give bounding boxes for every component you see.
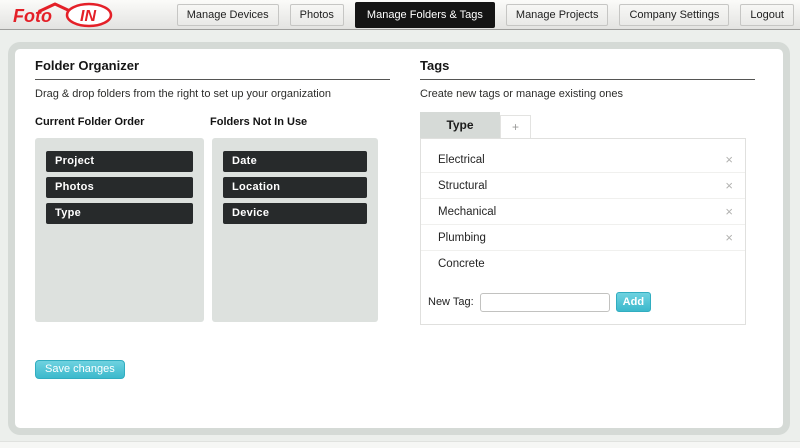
- nav-item[interactable]: Manage Projects: [505, 4, 609, 26]
- page-footer-strip: [0, 441, 800, 448]
- folder-panels: Project Photos Type Date Location Device: [35, 138, 390, 322]
- folder-item[interactable]: Type: [46, 203, 193, 224]
- top-nav-bar: Foto IN Manage Devices Photos Manage Fol…: [0, 0, 800, 30]
- tag-row: Plumbing ×: [421, 225, 745, 251]
- tags-subtitle: Create new tags or manage existing ones: [420, 88, 624, 100]
- tag-list-box: Electrical × Structural × Mechanical × P…: [420, 138, 746, 325]
- tag-row: Electrical ×: [421, 147, 745, 173]
- tag-label: Concrete: [438, 257, 485, 270]
- tag-row: Concrete: [421, 251, 745, 276]
- current-folder-order-panel[interactable]: Project Photos Type: [35, 138, 204, 322]
- folder-item[interactable]: Date: [223, 151, 367, 172]
- tags-section: Tags Create new tags or manage existing …: [420, 58, 755, 325]
- folder-item[interactable]: Device: [223, 203, 367, 224]
- remove-tag-icon[interactable]: ×: [725, 179, 733, 192]
- tag-row: Structural ×: [421, 173, 745, 199]
- folders-not-in-use-panel[interactable]: Date Location Device: [212, 138, 378, 322]
- save-changes-button[interactable]: Save changes: [35, 360, 125, 379]
- tag-label: Mechanical: [438, 205, 497, 218]
- folders-not-in-use-header: Folders Not In Use: [210, 116, 308, 128]
- remove-tag-icon[interactable]: ×: [725, 205, 733, 218]
- fotoin-logo[interactable]: Foto IN: [10, 1, 114, 29]
- page: Foto IN Manage Devices Photos Manage Fol…: [0, 0, 800, 448]
- new-tag-input[interactable]: [479, 292, 610, 312]
- tag-label: Plumbing: [438, 231, 486, 244]
- tag-label: Electrical: [438, 153, 485, 166]
- folder-column-headers: Current Folder Order Folders Not In Use: [35, 116, 390, 130]
- tag-list: Electrical × Structural × Mechanical × P…: [421, 147, 745, 276]
- folder-organizer-title: Folder Organizer: [35, 58, 390, 80]
- folder-organizer-section: Folder Organizer Drag & drop folders fro…: [35, 58, 390, 322]
- remove-tag-icon[interactable]: ×: [725, 231, 733, 244]
- nav-item[interactable]: Photos: [289, 4, 344, 26]
- nav-item[interactable]: Manage Devices: [176, 4, 279, 26]
- folder-item[interactable]: Location: [223, 177, 367, 198]
- tags-tab-bar: Type +: [420, 112, 755, 138]
- nav-item[interactable]: Company Settings: [619, 4, 730, 26]
- nav-menu: Manage Devices Photos Manage Folders & T…: [176, 0, 794, 30]
- add-tab-button[interactable]: +: [500, 115, 531, 138]
- logo-text-in: IN: [80, 8, 96, 25]
- add-tag-button[interactable]: Add: [615, 292, 652, 312]
- tag-row: Mechanical ×: [421, 199, 745, 225]
- remove-tag-icon[interactable]: ×: [725, 153, 733, 166]
- logo-text-foto: Foto: [13, 6, 52, 26]
- tab-type[interactable]: Type: [420, 112, 500, 138]
- new-tag-label: New Tag:: [428, 296, 474, 308]
- folder-item[interactable]: Project: [46, 151, 193, 172]
- folder-item[interactable]: Photos: [46, 177, 193, 198]
- new-tag-row: New Tag: Add: [428, 292, 737, 312]
- tags-title: Tags: [420, 58, 755, 80]
- nav-item[interactable]: Logout: [740, 4, 794, 26]
- folder-organizer-subtitle: Drag & drop folders from the right to se…: [35, 88, 331, 100]
- nav-item[interactable]: Manage Folders & Tags: [354, 2, 495, 28]
- current-folder-order-header: Current Folder Order: [35, 116, 145, 128]
- tag-label: Structural: [438, 179, 488, 192]
